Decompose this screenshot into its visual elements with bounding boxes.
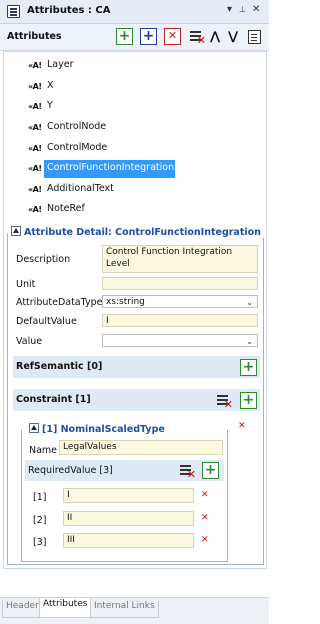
description-field[interactable]: Control Function Integration Level [102,245,258,273]
pin-icon[interactable]: ⊥ [239,5,246,14]
list-item[interactable]: «A! Layer [28,57,238,76]
list-item[interactable]: «A! ControlMode [28,140,238,159]
attribute-icon: «A! [28,123,42,132]
delete-required-list-icon[interactable]: ✕ [179,463,196,480]
constraint-name-label: Name [29,445,58,456]
constraint-group-header[interactable]: [1] NominalScaledType [29,423,168,435]
move-up-icon[interactable]: ⋀ [210,29,220,43]
chevron-down-icon: ⌄ [246,298,253,307]
collapse-triangle-icon[interactable] [11,226,21,236]
required-value-index: [1] [33,492,47,503]
tab-attributes[interactable]: Attributes [39,598,92,618]
add-attribute-button[interactable]: + [116,28,133,45]
panel-title-bar: Attributes : CA ▾ ⊥ ✕ [0,0,269,24]
value-label: Value [16,336,43,347]
list-item[interactable]: «A! Y [28,98,238,117]
bottom-tab-strip: Header Attributes Internal Links [0,597,269,624]
toolbar-label: Attributes [7,31,62,42]
required-value-section: RequiredValue [3] ✕ + [25,460,224,481]
attributes-toolbar: Attributes + + ✕ ✕ ⋀ ⋁ [0,24,269,51]
dropdown-icon[interactable]: ▾ [227,4,232,15]
remove-constraint-icon[interactable]: ✕ [238,421,246,431]
attribute-icon: «A! [28,102,42,111]
list-item-selected[interactable]: «A! ControlFunctionIntegration [28,160,238,179]
attribute-icon: «A! [28,205,42,214]
value-select[interactable]: ⌄ [102,334,258,347]
edit-icon[interactable] [248,30,261,44]
remove-value-icon[interactable]: ✕ [201,535,209,545]
remove-value-icon[interactable]: ✕ [201,513,209,523]
required-value-index: [3] [33,537,47,548]
remove-value-icon[interactable]: ✕ [201,490,209,500]
tab-header[interactable]: Header [2,600,43,618]
attribute-detail-header[interactable]: Attribute Detail: ControlFunctionIntegra… [11,226,264,238]
required-value-field[interactable]: II [63,511,194,526]
required-value-field[interactable]: III [63,533,194,548]
tab-internal-links[interactable]: Internal Links [90,600,159,618]
refsemantic-section: RefSemantic [0] + [13,356,260,378]
add-refsemantic-button[interactable]: + [240,359,257,376]
attribute-icon: «A! [28,144,42,153]
constraint-section: Constraint [1] ✕ + [13,389,260,411]
insert-attribute-button[interactable]: + [140,28,157,45]
delete-attribute-button[interactable]: ✕ [164,28,181,45]
attribute-icon: «A! [28,164,42,173]
datatype-select[interactable]: xs:string ⌄ [102,295,258,308]
default-value-label: DefaultValue [16,316,77,327]
attribute-icon: «A! [28,185,42,194]
move-down-icon[interactable]: ⋁ [228,29,238,43]
list-item[interactable]: «A! X [28,78,238,97]
close-icon[interactable]: ✕ [252,4,260,15]
chevron-down-icon: ⌄ [246,337,253,346]
list-item[interactable]: «A! NoteRef [28,201,238,220]
panel-list-icon [7,5,20,18]
list-item[interactable]: «A! ControlNode [28,119,238,138]
unit-field[interactable] [102,277,258,290]
default-value-field[interactable]: I [102,314,258,327]
description-label: Description [16,254,71,265]
panel-title: Attributes : CA [27,5,111,16]
attribute-icon: «A! [28,61,42,70]
unit-label: Unit [16,279,36,290]
add-required-value-button[interactable]: + [202,462,219,479]
delete-constraint-list-icon[interactable]: ✕ [216,393,233,410]
required-value-index: [2] [33,515,47,526]
attribute-icon: «A! [28,82,42,91]
delete-list-icon[interactable]: ✕ [189,29,206,46]
add-constraint-button[interactable]: + [240,392,257,409]
required-value-field[interactable]: I [63,488,194,503]
collapse-triangle-icon[interactable] [29,423,39,433]
list-item[interactable]: «A! AdditionalText [28,181,238,200]
constraint-name-field[interactable]: LegalValues [59,440,223,455]
datatype-label: AttributeDataType [16,297,103,308]
